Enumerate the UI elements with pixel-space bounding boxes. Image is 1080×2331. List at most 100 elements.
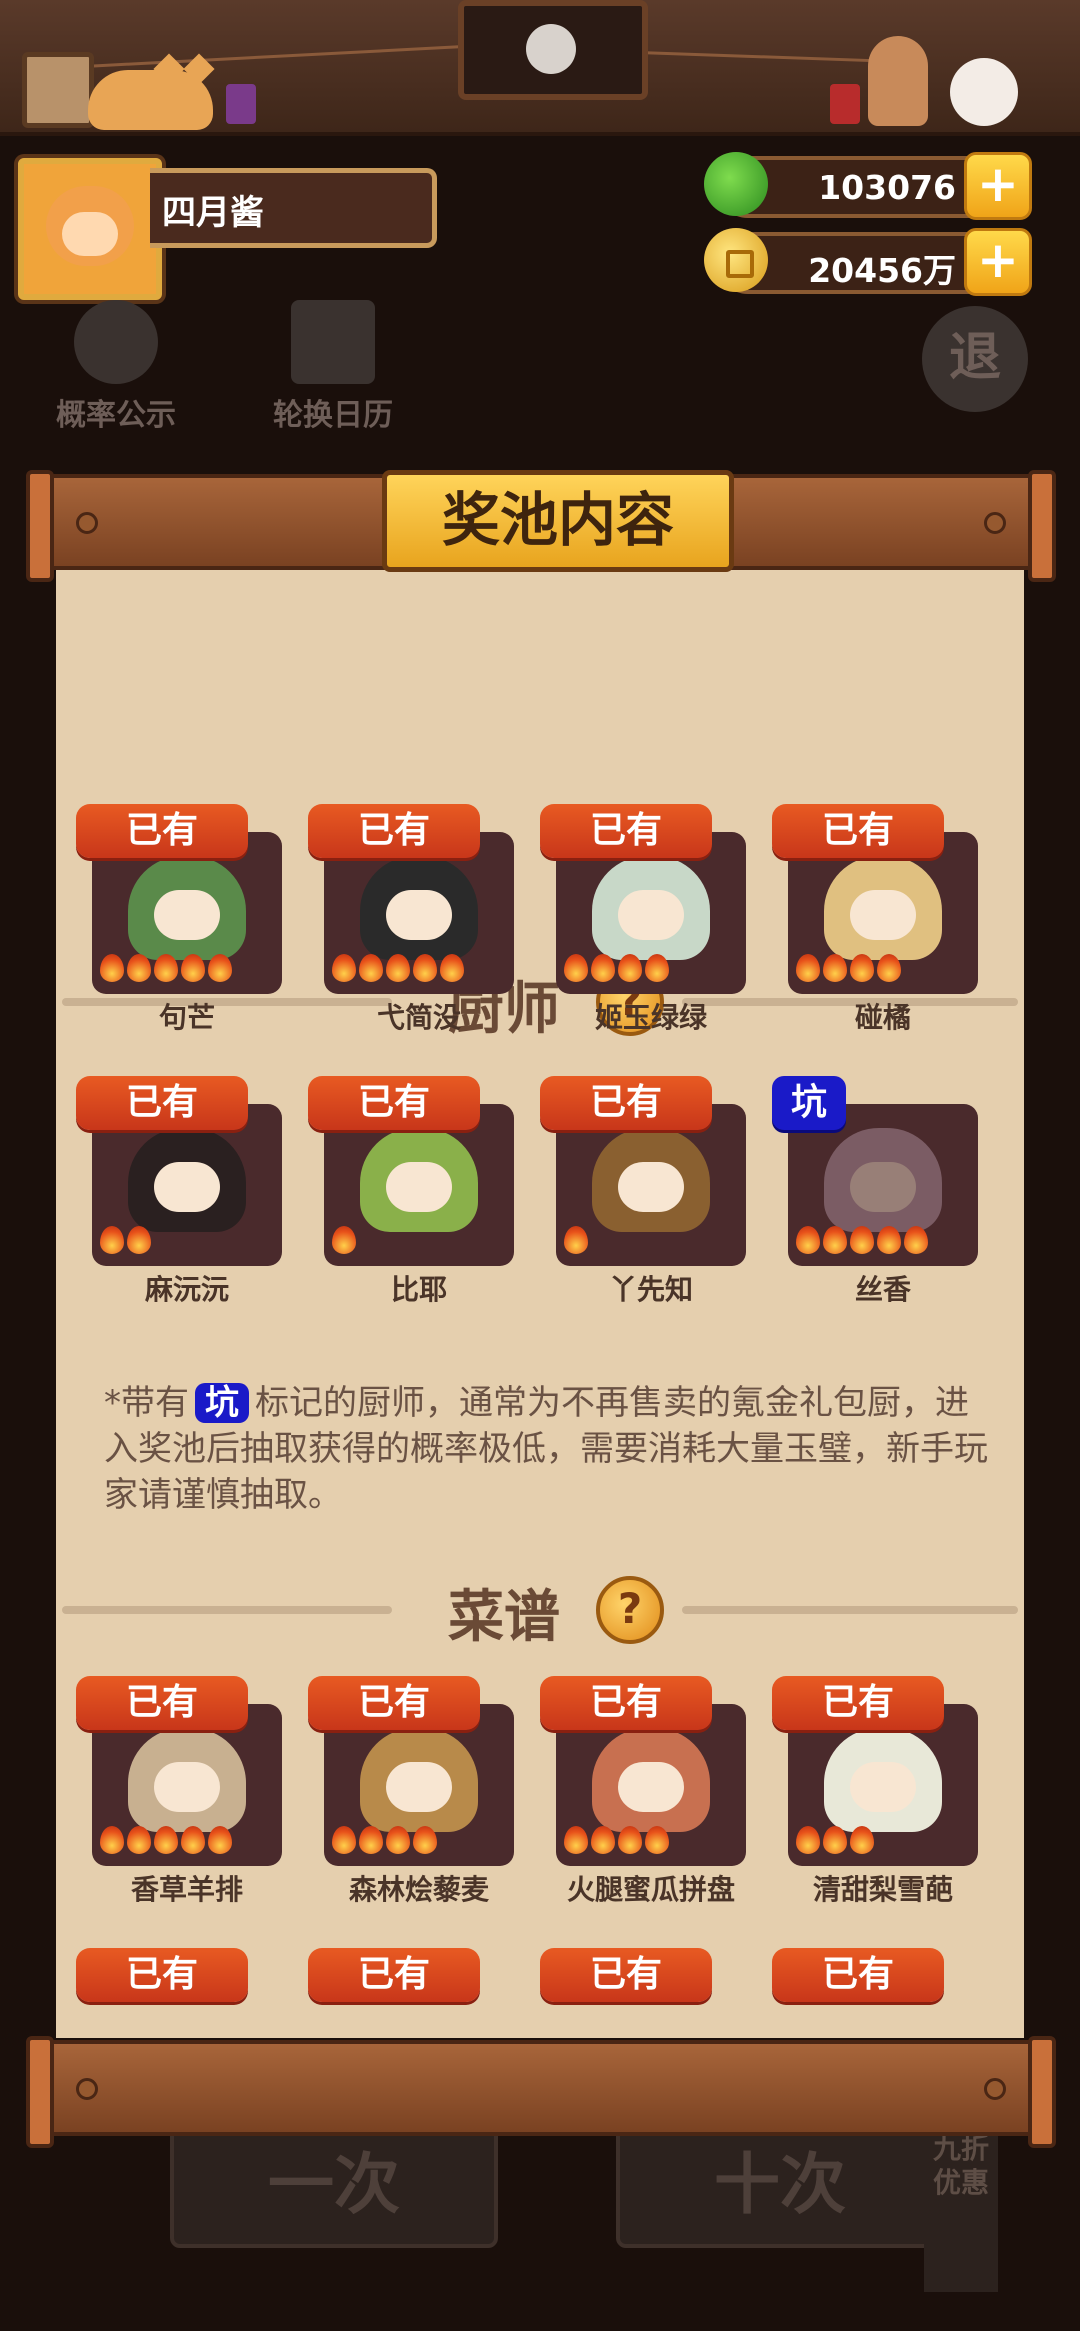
- player-avatar[interactable]: [18, 158, 162, 300]
- flame-icon: [386, 1826, 410, 1854]
- flame-icon: [823, 1826, 847, 1854]
- owned-badge: 已有: [772, 1948, 944, 2002]
- recipe-card[interactable]: 已有: [76, 1948, 282, 2038]
- recipe-card[interactable]: 已有: [308, 1948, 514, 2038]
- rarity-flames: [564, 954, 672, 982]
- flame-icon: [100, 1226, 124, 1254]
- exit-button[interactable]: 退: [922, 306, 1028, 412]
- flame-icon: [127, 1826, 151, 1854]
- add-coin-button[interactable]: +: [964, 228, 1032, 296]
- recipe-card[interactable]: 已有: [772, 1948, 978, 2038]
- chef-card[interactable]: 丝香 坑: [772, 1076, 978, 1312]
- flame-icon: [413, 1826, 437, 1854]
- flame-icon: [181, 954, 205, 982]
- item-name: 弋简没: [376, 1001, 461, 1034]
- draw-once-button[interactable]: 一次: [170, 2122, 498, 2248]
- coin-counter: 20456万 +: [704, 228, 1032, 296]
- flame-icon: [591, 1826, 615, 1854]
- owned-badge: 已有: [540, 804, 712, 858]
- white-cat-mascot: [950, 58, 1018, 126]
- recipe-card[interactable]: 已有: [540, 1948, 746, 2038]
- flame-icon: [208, 954, 232, 982]
- scroll-bottom-rod: [26, 2036, 1056, 2148]
- item-name: 森林烩藜麦: [348, 1873, 489, 1906]
- jade-counter: 103076 +: [704, 152, 1032, 220]
- flame-icon: [564, 954, 588, 982]
- owned-badge: 已有: [540, 1076, 712, 1130]
- owned-badge: 已有: [76, 804, 248, 858]
- flame-icon: [359, 1826, 383, 1854]
- flame-icon: [440, 954, 464, 982]
- owned-badge: 已有: [772, 804, 944, 858]
- recipes-section-title: 菜谱: [448, 1585, 560, 1650]
- flame-icon: [332, 954, 356, 982]
- recipe-card[interactable]: 清甜梨雪葩 已有: [772, 1676, 978, 1912]
- flame-icon: [591, 954, 615, 982]
- item-name: 麻沅沅: [144, 1273, 229, 1306]
- player-name: 四月酱: [162, 193, 264, 233]
- owned-badge: 已有: [308, 1948, 480, 2002]
- flame-icon: [127, 954, 151, 982]
- chef-card[interactable]: 弋简没 已有: [308, 804, 514, 1040]
- prize-pool-scroll[interactable]: 厨师 ? 句芒 已有 弋简没 已有 姬玉绿绿 已有 碰橘 已有 麻沅沅 已有 比耶 已有 丫先知 已有 丝香…: [56, 556, 1024, 2038]
- flame-icon: [850, 1226, 874, 1254]
- chef-card[interactable]: 句芒 已有: [76, 804, 282, 1040]
- flame-icon: [796, 1826, 820, 1854]
- flame-icon: [386, 954, 410, 982]
- add-jade-button[interactable]: +: [964, 152, 1032, 220]
- flame-icon: [359, 954, 383, 982]
- chef-card[interactable]: 麻沅沅 已有: [76, 1076, 282, 1312]
- chef-card[interactable]: 丫先知 已有: [540, 1076, 746, 1312]
- owned-badge: 已有: [308, 804, 480, 858]
- probability-button[interactable]: 概率公示: [46, 300, 186, 434]
- item-name: 香草羊排: [130, 1873, 243, 1906]
- owned-badge: 已有: [540, 1676, 712, 1730]
- item-name: 碰橘: [854, 1001, 911, 1034]
- chef-card[interactable]: 碰橘 已有: [772, 804, 978, 1040]
- rarity-flames: [796, 1226, 931, 1254]
- item-name: 句芒: [158, 1001, 215, 1034]
- rarity-flames: [564, 1826, 672, 1854]
- flame-icon: [413, 954, 437, 982]
- flame-icon: [100, 954, 124, 982]
- flame-icon: [904, 1226, 928, 1254]
- recipes-help-icon[interactable]: ?: [596, 1576, 664, 1644]
- owned-badge: 已有: [540, 1948, 712, 2002]
- center-mascot-frame: [458, 0, 648, 100]
- rarity-flames: [796, 954, 904, 982]
- flame-icon: [154, 954, 178, 982]
- jade-value: 103076: [818, 168, 956, 207]
- recipe-card[interactable]: 森林烩藜麦 已有: [308, 1676, 514, 1912]
- flame-icon: [645, 954, 669, 982]
- flame-icon: [154, 1826, 178, 1854]
- flame-icon: [823, 954, 847, 982]
- flame-icon: [332, 1826, 356, 1854]
- coin-icon: [704, 228, 768, 292]
- owned-badge: 已有: [308, 1676, 480, 1730]
- item-name: 清甜梨雪葩: [812, 1873, 953, 1906]
- jade-icon: [704, 152, 768, 216]
- draw-ten-button[interactable]: 十次: [616, 2122, 944, 2248]
- flame-icon: [850, 1826, 874, 1854]
- flame-icon: [796, 954, 820, 982]
- owned-badge: 已有: [76, 1948, 248, 2002]
- red-stool: [830, 84, 860, 124]
- pit-badge: 坑: [772, 1076, 846, 1130]
- rope-decoration: [634, 50, 874, 63]
- calendar-button[interactable]: 轮换日历: [258, 300, 408, 434]
- rarity-flames: [100, 954, 235, 982]
- flame-icon: [877, 954, 901, 982]
- flame-icon: [877, 1226, 901, 1254]
- flame-icon: [618, 1826, 642, 1854]
- recipe-card[interactable]: 火腿蜜瓜拼盘 已有: [540, 1676, 746, 1912]
- flame-icon: [181, 1826, 205, 1854]
- owned-badge: 已有: [772, 1676, 944, 1730]
- chef-card[interactable]: 姬玉绿绿 已有: [540, 804, 746, 1040]
- rarity-flames: [332, 954, 467, 982]
- rarity-flames: [564, 1226, 591, 1254]
- chef-card[interactable]: 比耶 已有: [308, 1076, 514, 1312]
- flame-icon: [208, 1826, 232, 1854]
- paw-frame-icon: [22, 52, 94, 128]
- rarity-flames: [100, 1226, 154, 1254]
- recipe-card[interactable]: 香草羊排 已有: [76, 1676, 282, 1912]
